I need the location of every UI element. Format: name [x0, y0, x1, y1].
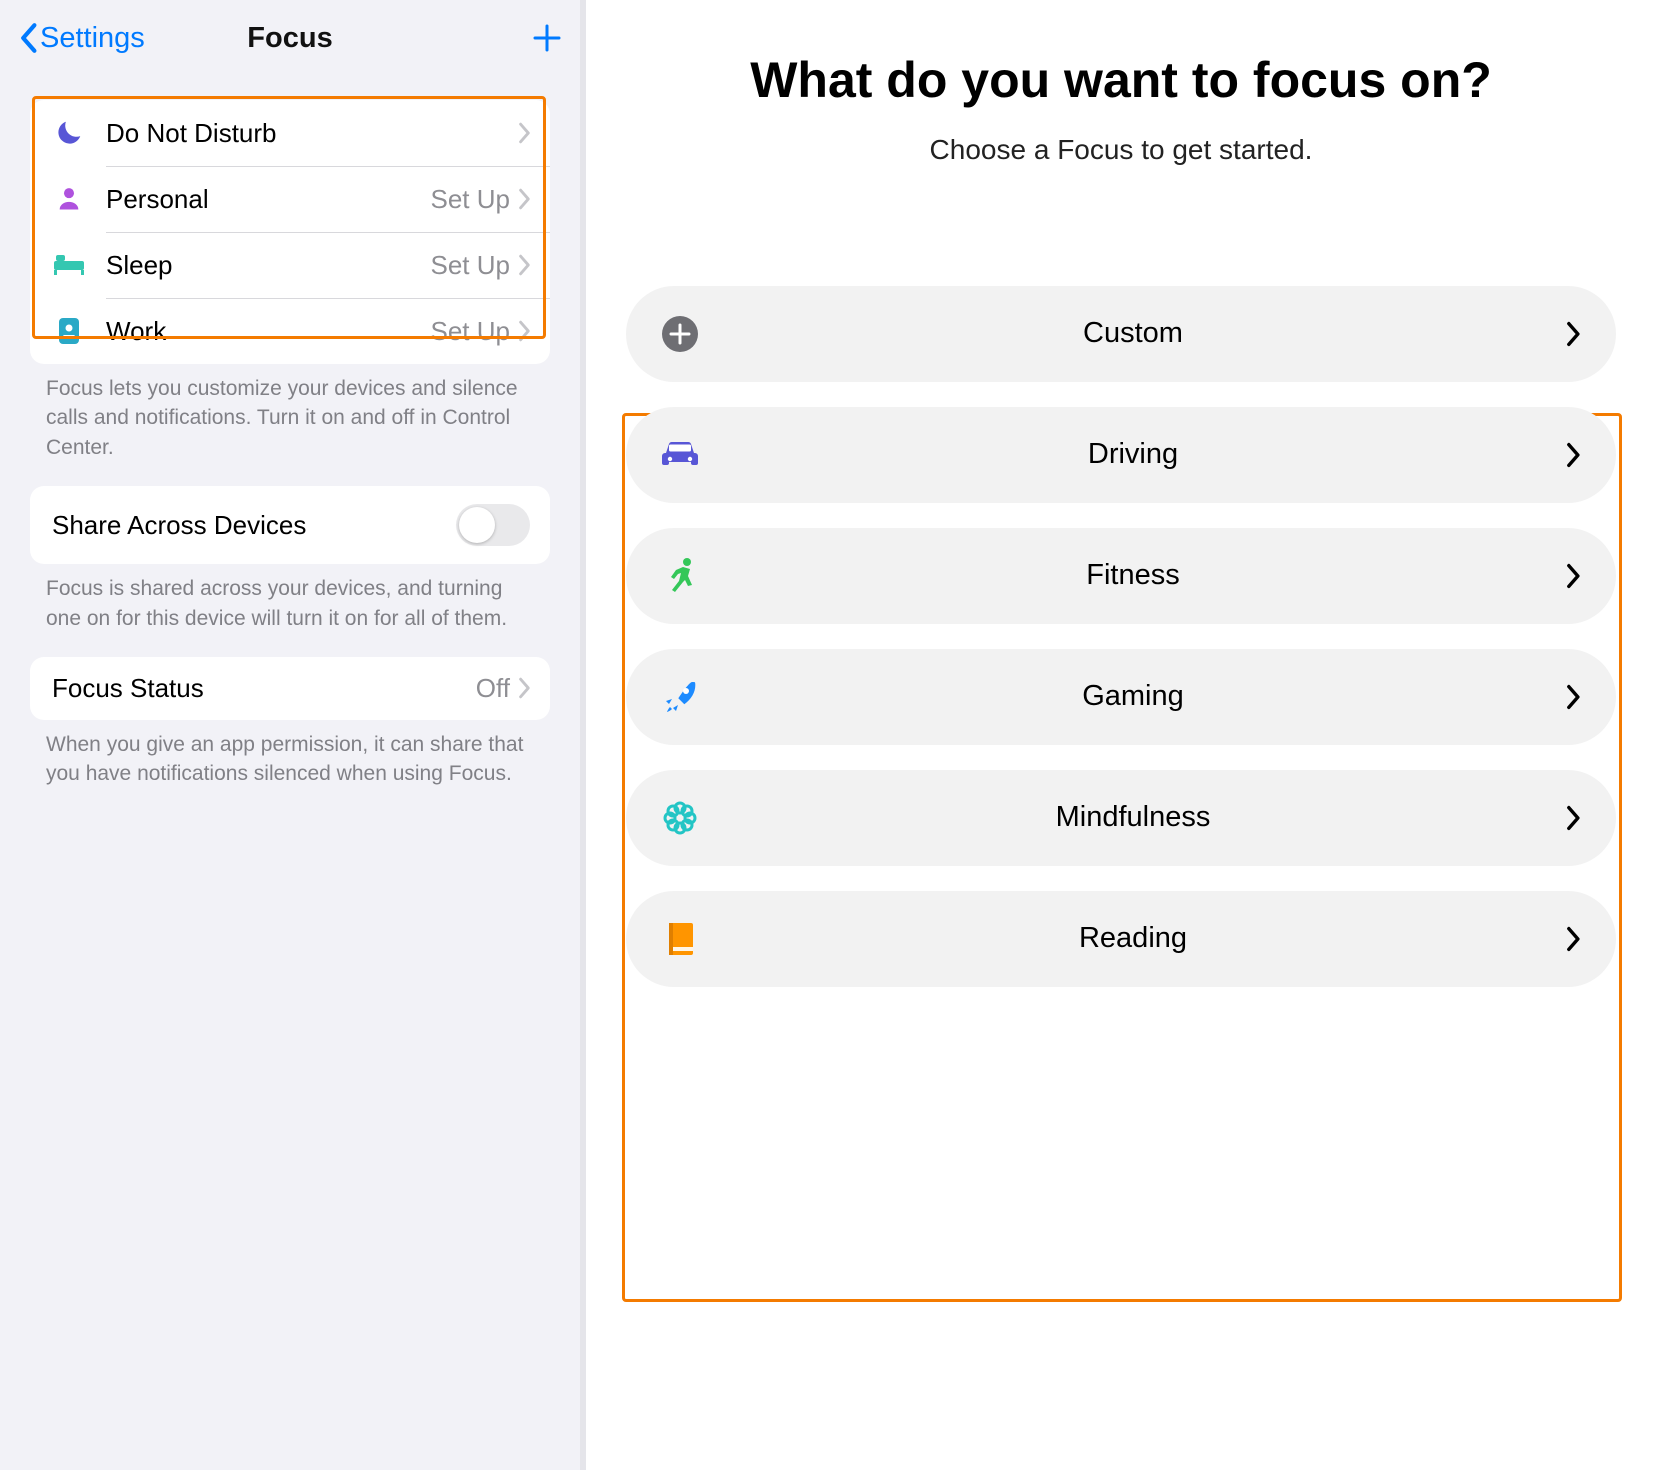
focus-row-label: Do Not Disturb — [106, 118, 510, 149]
pill-label: Reading — [700, 922, 1566, 955]
group-footer: Focus lets you customize your devices an… — [46, 374, 534, 462]
moon-icon — [52, 116, 86, 150]
focus-pill-driving[interactable]: Driving — [626, 407, 1616, 503]
add-focus-button[interactable] — [532, 23, 562, 53]
picker-subtitle: Choose a Focus to get started. — [626, 134, 1616, 166]
car-icon — [660, 435, 700, 475]
focus-row-work[interactable]: Work Set Up — [30, 298, 550, 364]
focus-pill-gaming[interactable]: Gaming — [626, 649, 1616, 745]
chevron-right-icon — [1566, 805, 1582, 831]
person-icon — [52, 182, 86, 216]
share-group: Share Across Devices — [30, 486, 550, 564]
chevron-right-icon — [518, 188, 532, 210]
status-label: Focus Status — [52, 673, 476, 704]
focus-pill-reading[interactable]: Reading — [626, 891, 1616, 987]
focus-picker-pane: What do you want to focus on? Choose a F… — [586, 0, 1656, 1470]
status-group: Focus Status Off — [30, 657, 550, 720]
plus-circle-icon — [660, 314, 700, 354]
focus-settings-pane: Settings Focus Do Not Disturb Personal S… — [0, 0, 580, 1470]
pill-label: Mindfulness — [700, 801, 1566, 834]
chevron-right-icon — [518, 122, 532, 144]
back-label: Settings — [40, 22, 145, 55]
chevron-right-icon — [1566, 321, 1582, 347]
focus-row-do-not-disturb[interactable]: Do Not Disturb — [30, 100, 550, 166]
focus-pill-custom[interactable]: Custom — [626, 286, 1616, 382]
focus-row-label: Personal — [106, 184, 431, 215]
focus-status-row[interactable]: Focus Status Off — [30, 657, 550, 720]
chevron-right-icon — [1566, 926, 1582, 952]
chevron-right-icon — [518, 677, 532, 699]
pill-label: Gaming — [700, 680, 1566, 713]
flower-icon — [660, 798, 700, 838]
chevron-right-icon — [518, 320, 532, 342]
running-icon — [660, 556, 700, 596]
chevron-right-icon — [1566, 563, 1582, 589]
book-icon — [660, 919, 700, 959]
rocket-icon — [660, 677, 700, 717]
back-button[interactable]: Settings — [18, 22, 145, 55]
chevron-right-icon — [1566, 442, 1582, 468]
pill-label: Driving — [700, 438, 1566, 471]
focus-row-detail: Set Up — [431, 316, 511, 347]
navbar: Settings Focus — [0, 0, 580, 76]
chevron-right-icon — [518, 254, 532, 276]
share-label: Share Across Devices — [52, 510, 456, 541]
focus-pill-list: Custom Driving Fitness — [626, 286, 1616, 987]
focus-row-sleep[interactable]: Sleep Set Up — [30, 232, 550, 298]
pill-label: Fitness — [700, 559, 1566, 592]
share-toggle[interactable] — [456, 504, 530, 546]
picker-title: What do you want to focus on? — [626, 52, 1616, 110]
focus-row-label: Work — [106, 316, 431, 347]
chevron-right-icon — [1566, 684, 1582, 710]
group-footer: When you give an app permission, it can … — [46, 730, 534, 789]
focus-pill-mindfulness[interactable]: Mindfulness — [626, 770, 1616, 866]
focus-row-label: Sleep — [106, 250, 431, 281]
group-footer: Focus is shared across your devices, and… — [46, 574, 534, 633]
pill-label: Custom — [700, 317, 1566, 350]
chevron-left-icon — [18, 22, 38, 54]
focus-row-personal[interactable]: Personal Set Up — [30, 166, 550, 232]
badge-icon — [52, 314, 86, 348]
focus-pill-fitness[interactable]: Fitness — [626, 528, 1616, 624]
focus-row-detail: Set Up — [431, 250, 511, 281]
toggle-knob — [459, 507, 495, 543]
focus-row-detail: Set Up — [431, 184, 511, 215]
share-across-devices-row[interactable]: Share Across Devices — [30, 486, 550, 564]
status-value: Off — [476, 673, 510, 704]
focus-modes-group: Do Not Disturb Personal Set Up Sleep Set… — [30, 100, 550, 364]
bed-icon — [52, 248, 86, 282]
